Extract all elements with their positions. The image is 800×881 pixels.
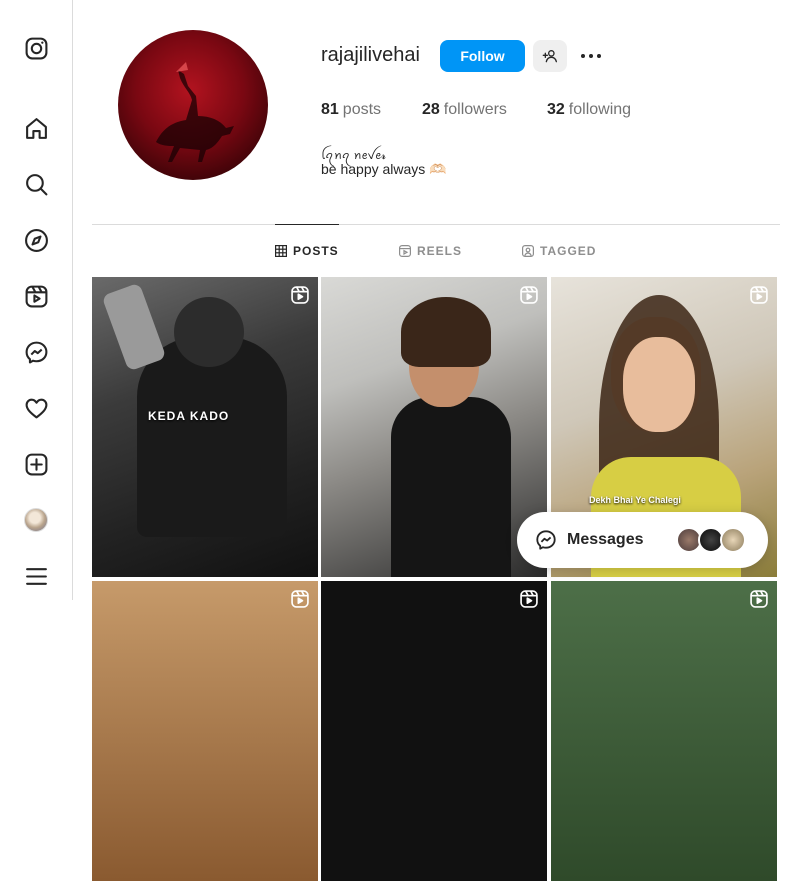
home-icon[interactable] (22, 114, 50, 142)
messenger-icon (536, 530, 556, 550)
bio-text: be happy always 🫶🏻 (321, 161, 447, 177)
profile-picture[interactable] (118, 30, 268, 180)
add-person-icon (542, 50, 557, 63)
reel-indicator-icon (520, 286, 538, 304)
reels-icon[interactable] (22, 282, 50, 310)
follow-button[interactable]: Follow (440, 40, 525, 72)
followers-number: 28 (422, 101, 440, 118)
post-caption: Dekh Bhai Ye Chalegi (589, 495, 681, 505)
reel-indicator-icon (750, 590, 768, 608)
explore-icon[interactable] (22, 226, 50, 254)
following-link[interactable]: 32 following (547, 101, 631, 119)
post-tile[interactable] (551, 581, 777, 881)
sidebar (0, 0, 73, 600)
heart-icon[interactable] (22, 394, 50, 422)
followers-link[interactable]: 28 followers (422, 101, 507, 119)
tab-tagged[interactable]: TAGGED (522, 225, 596, 277)
menu-icon[interactable] (22, 562, 50, 590)
reel-indicator-icon (520, 590, 538, 608)
posts-label: posts (342, 101, 382, 118)
more-horizontal-icon (581, 54, 601, 58)
suggested-accounts-button[interactable] (533, 40, 567, 72)
following-label: following (568, 101, 632, 118)
post-tile[interactable] (321, 277, 547, 577)
post-tile[interactable] (92, 581, 318, 881)
username: rajajilivehai (321, 44, 420, 66)
avatar (720, 527, 746, 553)
tab-posts-label: POSTS (293, 243, 339, 258)
post-tile[interactable] (321, 581, 547, 881)
reels-small-icon (399, 245, 411, 257)
more-options-button[interactable] (578, 44, 604, 68)
messages-bubble[interactable]: Messages (517, 512, 768, 568)
tagged-icon (522, 245, 534, 257)
followers-label: followers (443, 101, 507, 118)
messages-label: Messages (567, 531, 644, 548)
post-caption: KEDA KADO (148, 409, 230, 423)
following-number: 32 (547, 101, 565, 118)
tab-posts[interactable]: POSTS (275, 224, 339, 276)
reel-indicator-icon (291, 590, 309, 608)
message-avatars (676, 527, 746, 553)
profile-main: rajajilivehai Follow 81 posts 28 followers… (92, 0, 780, 881)
reel-indicator-icon (291, 286, 309, 304)
tab-reels[interactable]: REELS (399, 225, 462, 277)
post-tile[interactable]: KEDA KADO (92, 277, 318, 577)
messenger-icon[interactable] (22, 338, 50, 366)
posts-count: 81 posts (321, 101, 381, 119)
reel-indicator-icon (750, 286, 768, 304)
grid-icon (275, 244, 287, 257)
avatar (24, 508, 48, 532)
create-icon[interactable] (22, 450, 50, 478)
profile-avatar[interactable] (22, 506, 50, 534)
tab-reels-label: REELS (417, 244, 463, 258)
tab-tagged-label: TAGGED (540, 244, 597, 258)
search-icon[interactable] (22, 170, 50, 198)
instagram-logo-icon[interactable] (22, 34, 50, 62)
posts-number: 81 (321, 101, 339, 118)
